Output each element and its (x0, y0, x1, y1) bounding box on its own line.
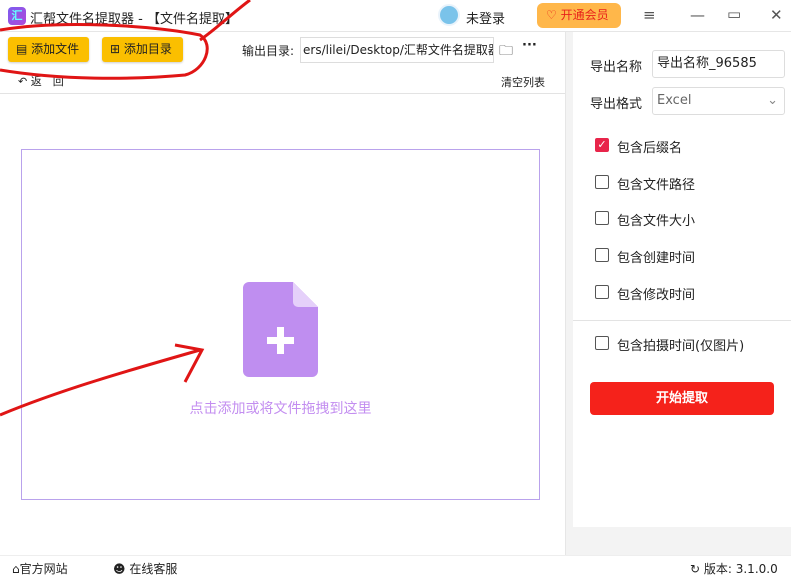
support-label: 在线客服 (129, 562, 178, 576)
headset-icon: ☻ (113, 562, 130, 576)
app-logo-icon: 汇 (8, 7, 26, 25)
option-label: 包含后缀名 (617, 141, 683, 156)
output-dir-label: 输出目录: (242, 44, 295, 58)
folder-plus-icon: ⊞ (110, 42, 124, 56)
file-icon: ▤ (16, 42, 32, 56)
add-file-icon[interactable] (243, 282, 318, 377)
export-format-select[interactable]: Excel ⌄ (652, 87, 785, 115)
checkbox-suffix[interactable]: ✓ (595, 138, 609, 152)
chevron-down-icon: ⌄ (767, 93, 778, 108)
back-button[interactable]: ↶ 返 回 (18, 73, 64, 89)
option-label: 包含拍摄时间(仅图片) (617, 339, 745, 354)
checkbox-path[interactable] (595, 175, 609, 189)
drop-hint: 点击添加或将文件拖拽到这里 (189, 401, 372, 417)
checkbox-created[interactable] (595, 248, 609, 262)
checkbox-modified[interactable] (595, 285, 609, 299)
website-link[interactable]: ⌂官方网站 (12, 560, 68, 577)
home-icon: ⌂ (12, 562, 20, 576)
version-info[interactable]: ↻ 版本: 3.1.0.0 (690, 560, 778, 577)
status-bar: ⌂官方网站 ☻ 在线客服 ↻ 版本: 3.1.0.0 (0, 555, 791, 578)
heart-icon: ♡ (546, 8, 561, 22)
checkbox-size[interactable] (595, 211, 609, 225)
more-icon[interactable]: ··· (522, 38, 537, 53)
back-arrow-icon: ↶ (18, 75, 31, 88)
output-dir-input[interactable]: ers/lilei/Desktop/汇帮文件名提取器 (300, 37, 494, 63)
checkbox-photo-time[interactable] (595, 336, 609, 350)
add-folder-button[interactable]: ⊞ 添加目录 (102, 37, 183, 62)
add-file-label: 添加文件 (31, 42, 80, 56)
vip-label: 开通会员 (560, 8, 609, 22)
version-label: 版本: 3.1.0.0 (703, 562, 778, 576)
refresh-icon: ↻ (690, 562, 704, 576)
export-name-label: 导出名称 (590, 60, 643, 75)
close-icon[interactable]: ✕ (770, 6, 783, 24)
minimize-icon[interactable]: — (690, 6, 705, 24)
option-label: 包含创建时间 (617, 251, 696, 266)
option-label: 包含文件大小 (617, 214, 696, 229)
add-file-button[interactable]: ▤ 添加文件 (8, 37, 89, 62)
add-folder-label: 添加目录 (123, 42, 172, 56)
vip-button[interactable]: ♡ 开通会员 (537, 3, 621, 28)
start-extract-button[interactable]: 开始提取 (590, 382, 774, 415)
export-format-label: 导出格式 (590, 97, 643, 112)
divider (573, 320, 791, 321)
back-label: 返 回 (30, 75, 64, 88)
format-value: Excel (657, 93, 692, 108)
option-label: 包含修改时间 (617, 288, 696, 303)
login-status[interactable]: 未登录 (466, 8, 505, 27)
avatar[interactable] (438, 4, 460, 26)
website-label: 官方网站 (19, 562, 68, 576)
support-link[interactable]: ☻ 在线客服 (113, 560, 177, 577)
maximize-icon[interactable]: ▭ (727, 5, 741, 23)
folder-open-icon[interactable]: 🗀 (499, 40, 513, 64)
window-title: 汇帮文件名提取器 - 【文件名提取】 (30, 12, 238, 27)
menu-icon[interactable]: ≡ (643, 6, 656, 24)
title-bar: 汇 汇帮文件名提取器 - 【文件名提取】 未登录 ♡ 开通会员 ≡ — ▭ ✕ (0, 0, 791, 32)
divider (0, 93, 565, 94)
export-name-input[interactable]: 导出名称_96585 (652, 50, 785, 78)
clear-list-button[interactable]: 清空列表 (501, 74, 545, 90)
option-label: 包含文件路径 (617, 178, 696, 193)
